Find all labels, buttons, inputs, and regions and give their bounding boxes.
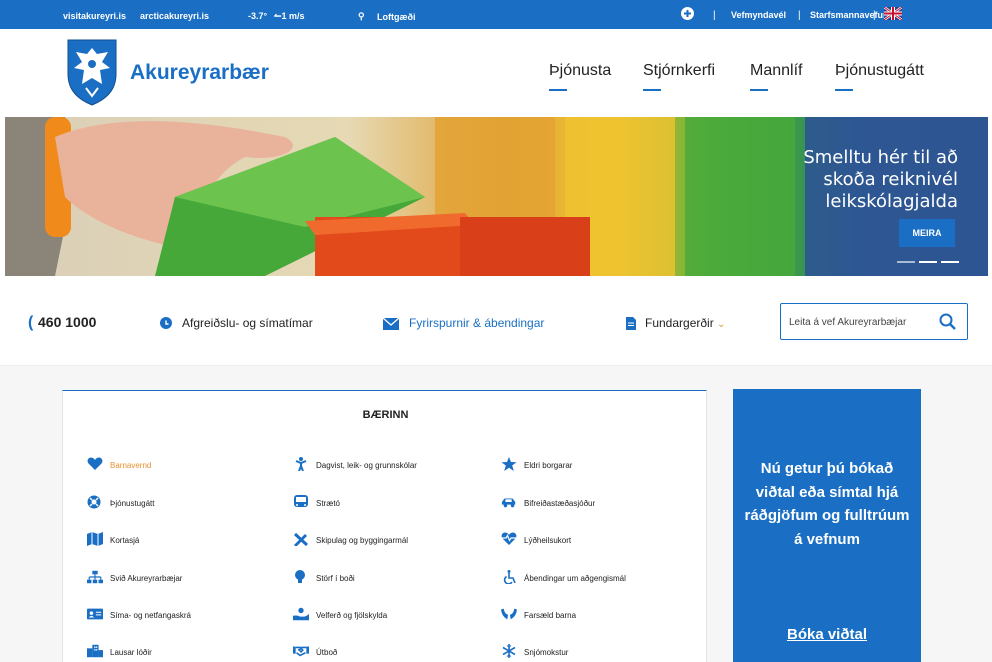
uk-flag-icon[interactable] [884,7,902,20]
tools-icon [293,532,309,546]
handshake-icon [293,646,309,657]
envelope-icon [382,317,400,335]
nav-label: Þjónustugátt [835,62,924,79]
search-input[interactable] [789,313,935,331]
car-icon [501,498,516,508]
meeting-minutes-label: Fundargerðir [645,316,714,330]
nav-label: Mannlíf [750,62,803,79]
heart-icon [87,457,103,470]
site-header: Akureyrarbær Þjónusta Stjórnkerfi Mannlí… [0,29,992,117]
nav-underline [549,89,567,91]
star-icon [501,457,517,471]
nav-underline [835,89,853,91]
nav-thjonustugatt[interactable]: Þjónustugátt [835,62,924,91]
separator: | [798,10,801,21]
service-label: Störf í boði [316,574,355,583]
slider-dot[interactable] [941,261,959,263]
snowflake-icon [502,644,516,658]
service-label: Útboð [316,648,338,657]
service-label: Eldri borgarar [524,461,573,470]
booking-promo-box: Nú getur þú bókað viðtal eða símtal hjá … [733,389,921,662]
meeting-minutes-dropdown[interactable]: Fundargerðir ⌄ [645,316,725,330]
heartbeat-icon [501,532,517,545]
service-label: Bifreiðastæðasjóður [524,499,596,508]
banner-title: Smelltu hér til að skoða reiknivél leiks… [803,147,958,212]
id-card-icon [87,608,103,620]
inquiries-link[interactable]: Fyrirspurnir & ábendingar [409,316,544,330]
banner-more-button[interactable]: MEIRA [899,219,955,247]
org-chart-icon [87,570,103,584]
promo-text: Nú getur þú bókað viðtal eða símtal hjá … [744,460,910,548]
clock-icon [160,317,172,329]
nav-thjonusta[interactable]: Þjónusta [549,62,612,91]
wind-reading: ↼1 m/s [274,11,305,21]
service-label: Barnavernd [110,461,152,470]
service-label: Svið Akureyrarbæjar [110,574,183,583]
town-services-panel: BÆRINN Barnavernd Dagvist, leik- og grun… [62,390,707,662]
nav-underline [750,89,768,91]
site-logo-text[interactable]: Akureyrarbær [130,61,269,85]
slider-dot[interactable] [897,261,915,263]
opening-hours-link[interactable]: Afgreiðslu- og símatímar [182,316,313,330]
service-label: Skipulag og byggingarmál [316,536,409,545]
content-section: BÆRINN Barnavernd Dagvist, leik- og grun… [0,366,992,662]
child-icon [295,457,307,471]
coat-of-arms-logo[interactable] [64,38,120,106]
bus-icon [294,495,308,507]
visitakureyri-link[interactable]: visitakureyri.is [63,11,126,21]
service-label: Lýðheilsukort [524,536,572,545]
top-bar: visitakureyri.is arcticakureyri.is -3.7°… [0,0,992,29]
phone-link[interactable]: 460 1000 [38,314,96,330]
lifebuoy-icon [87,495,101,509]
service-label: Kortasjá [110,536,140,545]
wheelchair-icon [503,570,516,584]
accessibility-icon[interactable] [681,7,694,20]
service-label: Lausar lóðir [110,648,152,657]
hand-care-icon [293,607,309,621]
book-appointment-link[interactable]: Bóka viðtal [733,626,921,643]
service-label: Strætó [316,499,341,508]
arcticakureyri-link[interactable]: arcticakureyri.is [140,11,209,21]
nav-label: Þjónusta [549,62,612,79]
service-label: Dagvist, leik- og grunnskólar [316,461,417,470]
search-icon[interactable] [939,313,957,336]
slider-dot-active[interactable] [919,261,937,263]
service-label: Farsæld barna [524,611,577,620]
temperature-reading: -3.7° [248,11,268,21]
air-quality-icon: ⚲ [358,11,365,21]
document-icon [626,317,636,335]
contact-bar: ( 460 1000 Afgreiðslu- og símatímar Fyri… [0,276,992,366]
webcam-link[interactable]: Vefmyndavél [731,10,786,20]
search-box [780,303,968,340]
panel-title: BÆRINN [362,409,409,421]
chevron-down-icon: ⌄ [717,319,726,330]
air-quality-link[interactable]: Loftgæði [377,12,416,22]
phone-icon: ( [28,314,34,331]
nav-label: Stjórnkerfi [643,62,716,79]
service-label: Ábendingar um aðgengismál [524,574,626,583]
hero-banner[interactable]: Smelltu hér til að skoða reiknivél leiks… [5,117,988,276]
service-label: Velferð og fjölskylda [316,611,388,620]
lightbulb-icon [295,570,305,583]
service-label: Þjónustugátt [110,499,155,508]
nav-stjornkerfi[interactable]: Stjórnkerfi [643,62,716,91]
service-label: Snjómokstur [524,648,569,657]
separator: | [873,10,876,21]
nav-mannlif[interactable]: Mannlíf [750,62,803,91]
buildings-icon [87,644,103,658]
separator: | [713,10,716,21]
hands-icon [501,608,517,620]
nav-underline [643,89,661,91]
service-label: Síma- og netfangaskrá [110,611,191,620]
map-icon [87,532,103,546]
